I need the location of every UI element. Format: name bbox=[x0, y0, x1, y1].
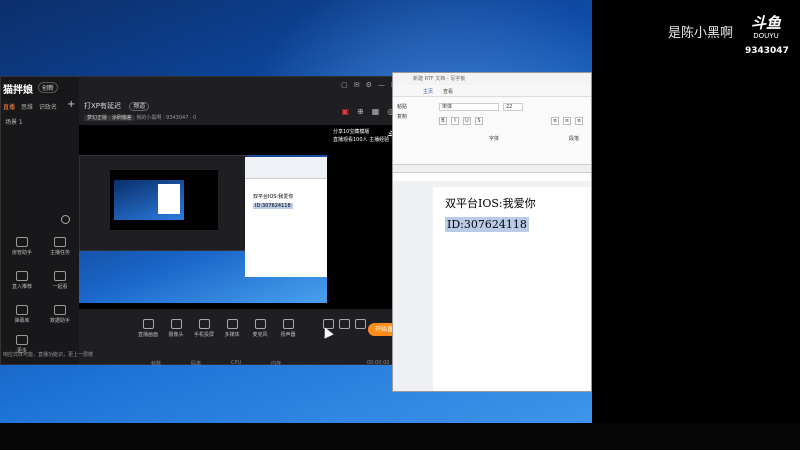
category-pill[interactable]: 梦幻正版 · 涂刷偏差 bbox=[84, 115, 135, 121]
camera-icon bbox=[170, 319, 182, 329]
bottom-toolbar: 直播画面 摄像头 手机投屏 多媒体 麦克风 扬声器 开始直播 bbox=[79, 317, 415, 351]
screen-icon bbox=[142, 319, 154, 329]
tab-view[interactable]: 查看 bbox=[443, 88, 453, 96]
logo-sub: DOUYU bbox=[753, 32, 779, 40]
speaker-icon bbox=[282, 319, 294, 329]
settings-icon[interactable]: ⚙ bbox=[366, 81, 372, 89]
app-sidebar: 猫拌娘 创新 直播 思维 识政名 + 场景 1 房管助手 主播任务 直入推荐 一… bbox=[1, 77, 93, 364]
add-scene-icon[interactable]: + bbox=[67, 99, 75, 110]
version-badge[interactable]: 创新 bbox=[38, 82, 59, 93]
tool-data-assistant[interactable]: 数据助手 bbox=[45, 305, 75, 324]
wordpad-title: 新建 RTF 文档 - 写字板 bbox=[393, 73, 591, 85]
record-icon[interactable]: ▣ bbox=[341, 107, 349, 116]
align-center-button[interactable]: ≡ bbox=[563, 117, 571, 125]
nested-line-1: 双平台IOS:我爱你 bbox=[253, 194, 294, 200]
sidebar-tab-thinking[interactable]: 思维 bbox=[21, 102, 33, 111]
scene-item[interactable]: 场景 1 bbox=[5, 117, 23, 126]
app-brand: 猫拌娘 bbox=[3, 85, 33, 96]
ribbon-tabs: 主页 查看 bbox=[393, 85, 591, 97]
stream-sub-text: 我的小黑啊 · 9343047 · 0 bbox=[136, 115, 197, 121]
phone-icon bbox=[198, 319, 210, 329]
layout-icon[interactable]: ▦ bbox=[372, 107, 380, 116]
douyu-logo: 斗鱼 DOUYU bbox=[742, 14, 790, 46]
skin-icon[interactable]: ▢ bbox=[341, 81, 348, 89]
nested-line-2: ID:307624118 bbox=[253, 203, 293, 209]
sidebar-tabs: 直播 思维 识政名 bbox=[3, 102, 57, 111]
copy-button[interactable]: 复制 bbox=[397, 113, 407, 120]
document-page[interactable]: 双平台IOS:我爱你 ID:307624118 bbox=[433, 187, 591, 391]
btool-phone[interactable]: 手机投屏 bbox=[191, 319, 217, 338]
font-size-select[interactable]: 22 bbox=[503, 103, 523, 111]
nested-desktop: 双平台IOS:我爱你 ID:307624118 bbox=[79, 155, 327, 303]
stream-preview[interactable]: 分享10宝藏模版 直播观看100人 主播经验 斗鱼 双平台IOS:我爱你 ID:… bbox=[79, 125, 412, 309]
more-icon bbox=[16, 335, 28, 345]
minimize-icon[interactable]: — bbox=[378, 81, 385, 89]
calendar-icon bbox=[16, 305, 28, 315]
streamer-name: 是陈小黑啊 bbox=[668, 26, 734, 41]
stream-title[interactable]: 打XP有延迟 频道 bbox=[84, 101, 150, 111]
document-area: 双平台IOS:我爱你 ID:307624118 bbox=[393, 181, 591, 391]
preview-info: 分享10宝藏模版 直播观看100人 主播经验 bbox=[333, 129, 390, 143]
refresh-icon[interactable] bbox=[61, 215, 70, 224]
tool-streamer-tasks[interactable]: 主播任务 bbox=[45, 237, 75, 256]
tab-home[interactable]: 主页 bbox=[423, 88, 433, 96]
room-id: 9343047 bbox=[745, 46, 789, 56]
tool-danmaku[interactable]: 弹幕库 bbox=[7, 305, 37, 324]
doc-line-1: 双平台IOS:我爱你 bbox=[445, 197, 536, 210]
sidebar-tab-other[interactable]: 识政名 bbox=[39, 102, 57, 111]
logo-text: 斗鱼 bbox=[750, 14, 781, 32]
underline-button[interactable]: U bbox=[463, 117, 471, 125]
person-icon bbox=[16, 237, 28, 247]
stream-channel-tag[interactable]: 频道 bbox=[129, 102, 150, 111]
paragraph-group-label: 段落 bbox=[569, 136, 580, 142]
strike-button[interactable]: S bbox=[475, 117, 483, 125]
mail-icon[interactable]: ✉ bbox=[354, 81, 360, 89]
microphone-icon bbox=[254, 319, 266, 329]
btool-screen[interactable]: 直播画面 bbox=[135, 319, 161, 338]
nested-desktop-deep bbox=[114, 180, 184, 220]
nested-word-window: 双平台IOS:我爱你 ID:307624118 bbox=[245, 157, 327, 277]
chart-icon bbox=[54, 305, 66, 315]
nested-preview bbox=[110, 170, 218, 230]
app-main: ▢ ✉ ⚙ — ☐ ✕ 打XP有延迟 频道 梦幻正版 · 涂刷偏差 我的小黑啊 … bbox=[79, 77, 415, 367]
tool-watch-together[interactable]: 一起看 bbox=[45, 271, 75, 290]
sidebar-tab-live[interactable]: 直播 bbox=[3, 102, 15, 111]
font-group-label: 字体 bbox=[489, 136, 500, 142]
wordpad-window: 新建 RTF 文档 - 写字板 主页 查看 粘贴 复制 宋体 22 B I U … bbox=[392, 72, 592, 392]
align-right-button[interactable]: ≡ bbox=[575, 117, 583, 125]
doc-line-2: ID:307624118 bbox=[445, 217, 529, 232]
font-name-select[interactable]: 宋体 bbox=[439, 103, 499, 111]
play-icon bbox=[226, 319, 238, 329]
lock-icon[interactable]: ⊕ bbox=[357, 107, 364, 116]
taskbar bbox=[0, 423, 800, 450]
tool-recommend[interactable]: 直入推荐 bbox=[7, 271, 37, 290]
stream-subinfo: 梦幻正版 · 涂刷偏差 我的小黑啊 · 9343047 · 0 bbox=[84, 114, 196, 121]
btool-media[interactable]: 多媒体 bbox=[219, 319, 245, 338]
gear-icon bbox=[354, 319, 366, 329]
btool-camera[interactable]: 摄像头 bbox=[163, 319, 189, 338]
btool-speaker[interactable]: 扬声器 bbox=[275, 319, 301, 338]
paste-button[interactable]: 粘贴 bbox=[397, 103, 407, 110]
recommend-icon bbox=[16, 271, 28, 281]
task-icon bbox=[54, 237, 66, 247]
italic-button[interactable]: I bbox=[451, 117, 459, 125]
image-icon bbox=[54, 271, 66, 281]
bold-button[interactable]: B bbox=[439, 117, 447, 125]
btool-mic[interactable]: 麦克风 bbox=[247, 319, 273, 338]
ribbon: 粘贴 复制 宋体 22 B I U S ≡ ≡ ≡ 字体 段落 bbox=[393, 97, 591, 165]
align-left-button[interactable]: ≡ bbox=[551, 117, 559, 125]
nested-app-window bbox=[79, 155, 247, 251]
tool-room-manager[interactable]: 房管助手 bbox=[7, 237, 37, 256]
streaming-app-window: 猫拌娘 创新 直播 思维 识政名 + 场景 1 房管助手 主播任务 直入推荐 一… bbox=[0, 76, 416, 367]
ruler[interactable] bbox=[393, 165, 591, 173]
